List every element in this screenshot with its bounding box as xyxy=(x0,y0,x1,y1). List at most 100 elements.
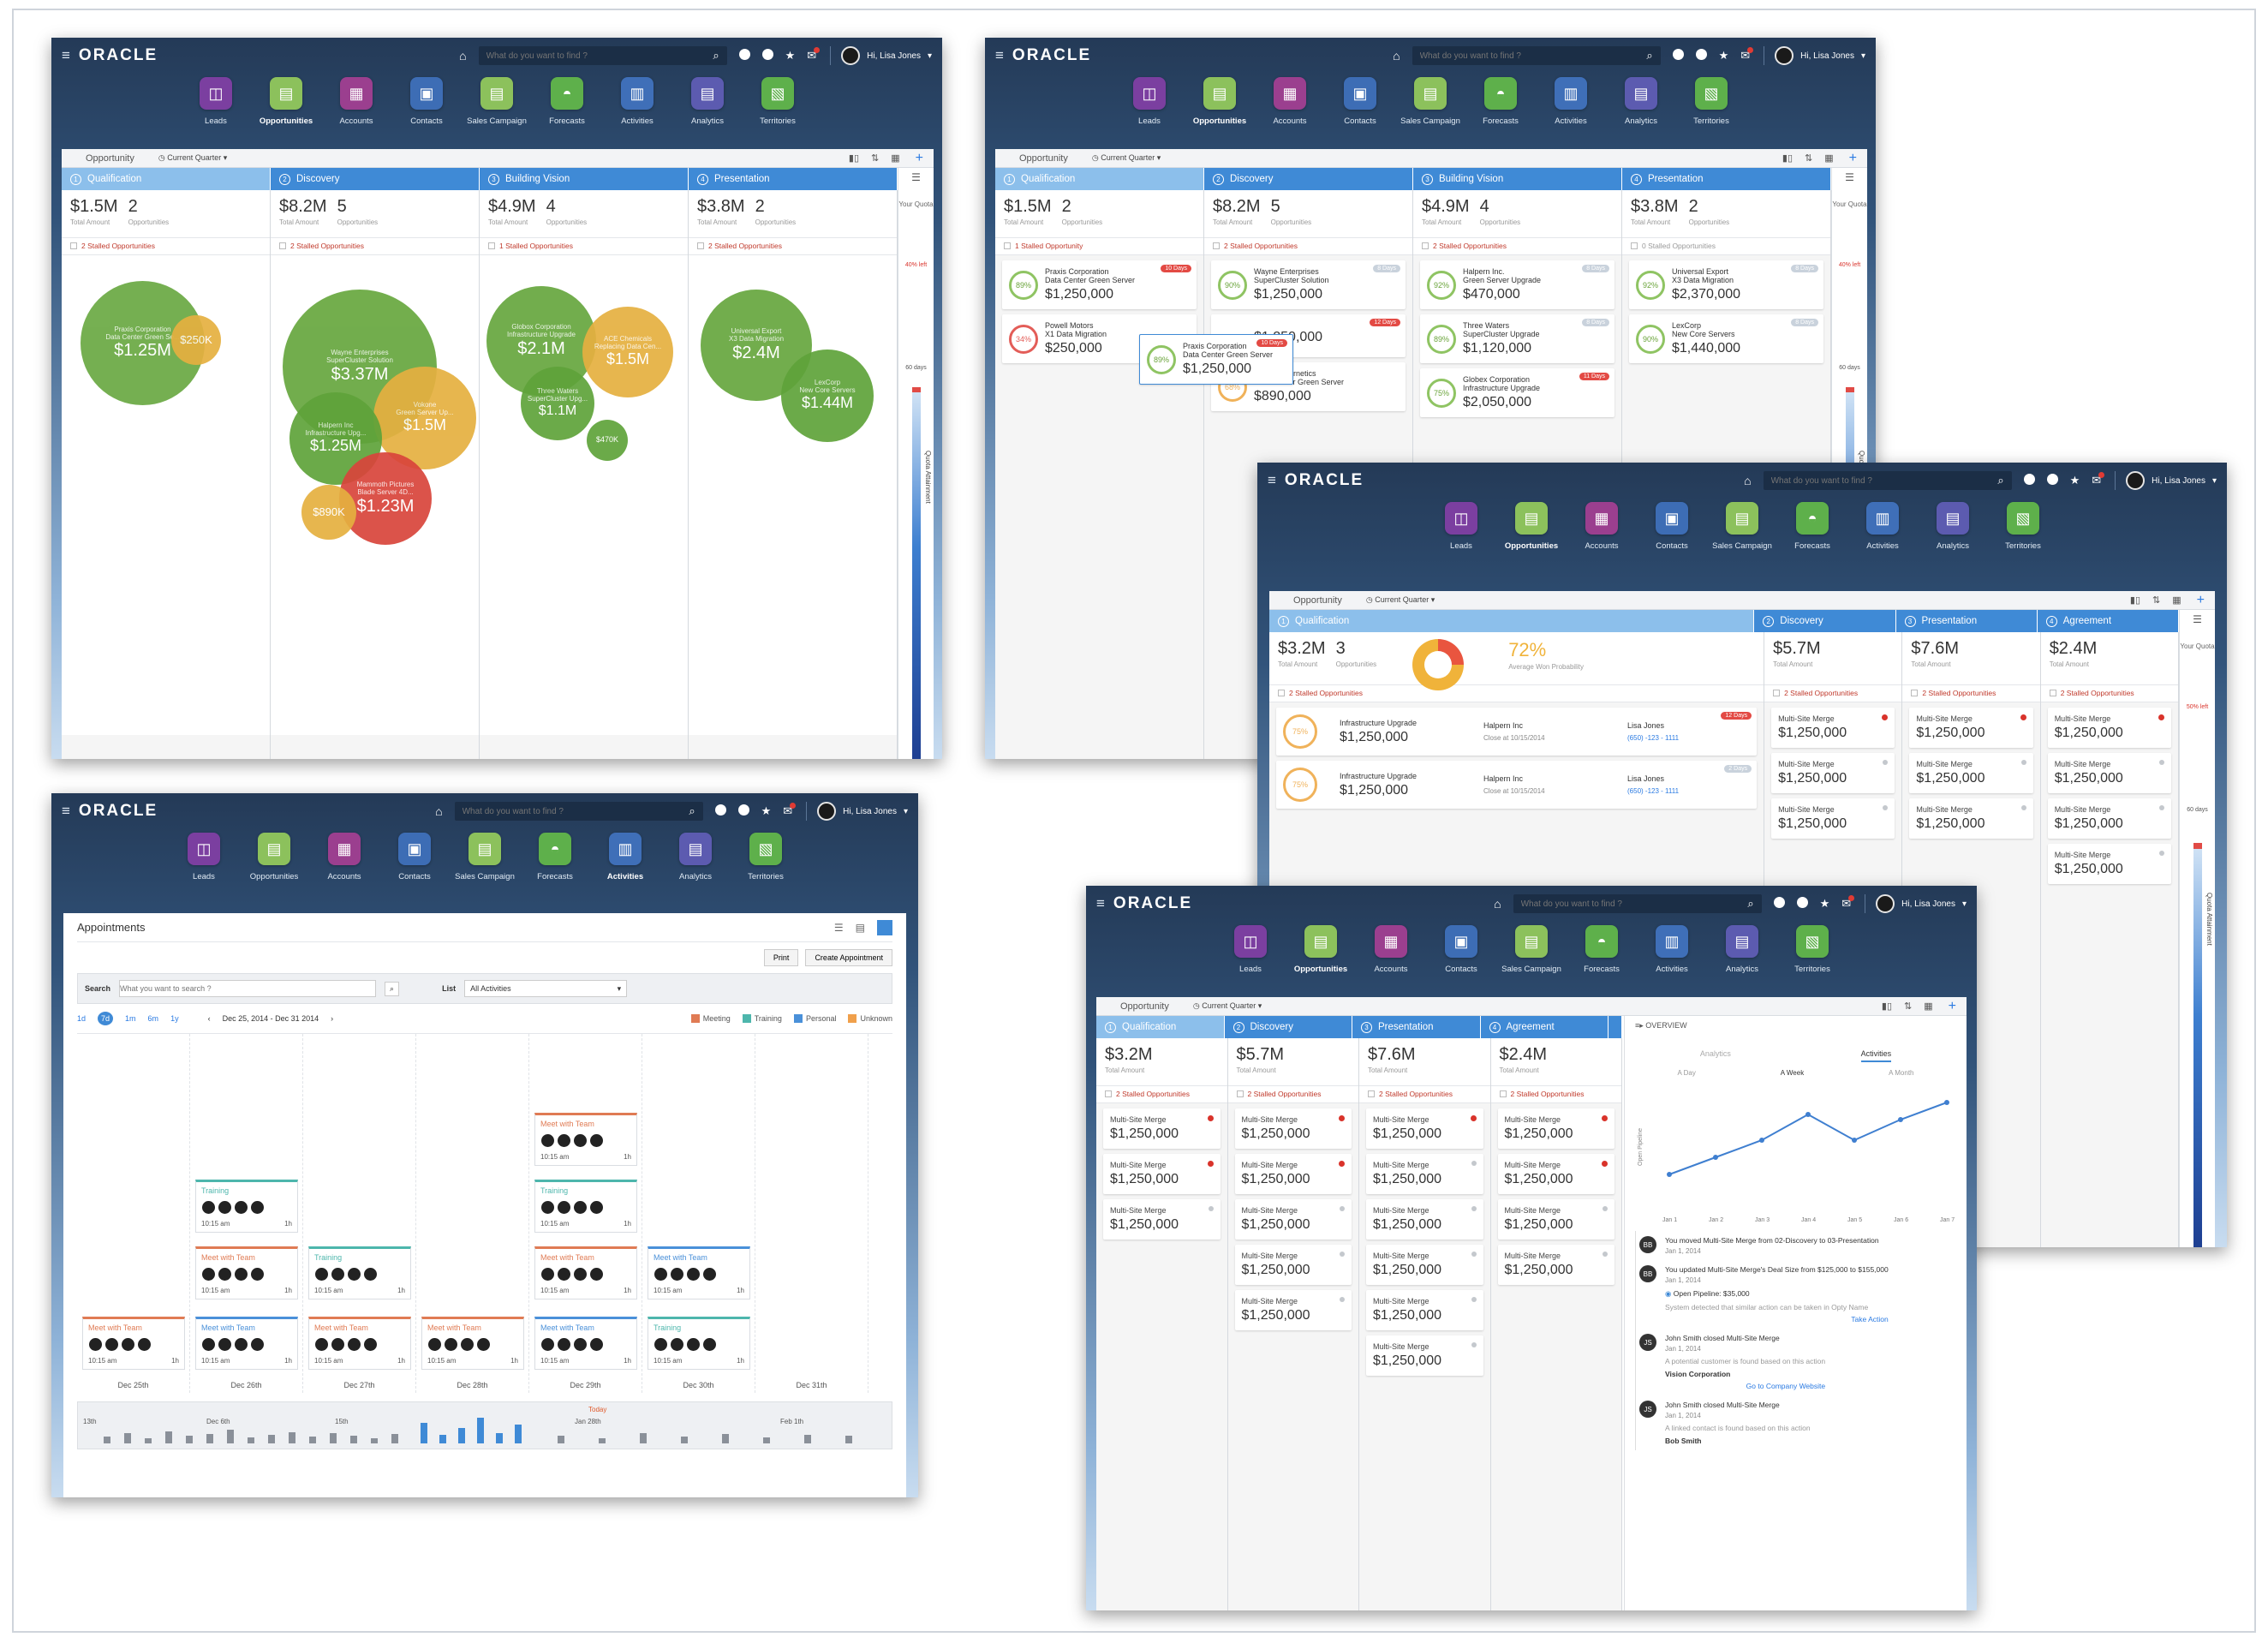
opportunity-row[interactable]: 75% Infrastructure Upgrade $1,250,000 Halpe… xyxy=(1276,708,1758,756)
search-icon[interactable]: ⌕ xyxy=(1747,897,1753,911)
chart-view-icon[interactable]: ▮▯ xyxy=(2130,594,2140,606)
opportunity-card[interactable]: Multi-Site Merge $1,250,000 xyxy=(1234,1199,1352,1240)
nav-item-territories[interactable]: ▧ Territories xyxy=(1988,502,2058,562)
opportunity-card[interactable]: 8 Days 90% LexCorp New Core Servers $1,440,0… xyxy=(1629,314,1823,363)
nav-item-accounts[interactable]: ▦ Accounts xyxy=(1255,77,1325,137)
stalled-link[interactable]: 2 Stalled Opportunities xyxy=(1204,238,1412,255)
period-select[interactable]: ◷ Current Quarter ▾ xyxy=(158,153,227,163)
appointment-card[interactable]: Meet with Team 10:15 am 1h xyxy=(534,1246,637,1299)
opportunity-card[interactable]: Multi-Site Merge $1,250,000 xyxy=(1103,1199,1221,1240)
nav-item-opportunities[interactable]: ▤ Opportunities xyxy=(251,77,321,137)
chevron-down-icon[interactable]: ▾ xyxy=(904,807,908,816)
action-link[interactable]: Go to Company Website xyxy=(1665,1382,1825,1390)
star-icon[interactable]: ★ xyxy=(785,49,796,63)
grid-view-icon[interactable]: ▦ xyxy=(1824,152,1833,164)
tab-discovery[interactable]: 2 Discovery xyxy=(1754,610,1896,632)
print-button[interactable]: Print xyxy=(763,949,799,966)
nav-item-accounts[interactable]: ▦ Accounts xyxy=(1567,502,1637,562)
opportunity-card[interactable]: 8 Days 92% Universal Export X3 Data Migrati… xyxy=(1629,260,1823,309)
nav-item-opportunities[interactable]: ▤ Opportunities xyxy=(1185,77,1255,137)
list-icon[interactable]: ☰ xyxy=(898,171,934,183)
sort-icon[interactable]: ⇅ xyxy=(1805,152,1812,164)
stalled-link[interactable]: 2 Stalled Opportunities xyxy=(1902,685,2040,702)
user-menu[interactable]: Hi, Lisa Jones xyxy=(867,51,921,61)
calendar-icon[interactable]: ▤ xyxy=(856,922,865,934)
opportunity-card[interactable]: Multi-Site Merge $1,250,000 xyxy=(2047,753,2171,793)
opportunity-card[interactable]: Multi-Site Merge $1,250,000 xyxy=(1497,1199,1614,1240)
appointment-card[interactable]: Meet with Team 10:15 am 1h xyxy=(648,1246,750,1299)
add-icon[interactable]: + xyxy=(2197,593,2205,608)
status-dot-icon[interactable] xyxy=(738,49,750,63)
appointment-card[interactable]: Meet with Team 10:15 am 1h xyxy=(421,1317,524,1370)
create-appointment-button[interactable]: Create Appointment xyxy=(805,949,892,966)
nav-item-sales-campaign[interactable]: ▤ Sales Campaign xyxy=(1496,925,1567,985)
nav-item-sales-campaign[interactable]: ▤ Sales Campaign xyxy=(450,833,520,893)
range-1m[interactable]: 1m xyxy=(125,1014,136,1023)
data-point[interactable] xyxy=(1667,1172,1672,1177)
list-view-icon[interactable]: ☰ xyxy=(834,922,844,934)
nav-item-analytics[interactable]: ▤ Analytics xyxy=(660,833,731,893)
tab-presentation[interactable]: 3 Presentation xyxy=(1895,610,2038,632)
stalled-link[interactable]: 1 Stalled Opportunity xyxy=(995,238,1203,255)
nav-item-activities[interactable]: ▥ Activities xyxy=(1847,502,1918,562)
star-icon[interactable]: ★ xyxy=(1820,897,1830,911)
tab-building-vision[interactable]: 3 Building Vision xyxy=(480,168,689,190)
nav-item-sales-campaign[interactable]: ▤ Sales Campaign xyxy=(1707,502,1777,562)
tab-qualification[interactable]: 1 Qualification xyxy=(1096,1016,1225,1038)
opportunity-card[interactable]: Multi-Site Merge $1,250,000 xyxy=(1497,1154,1614,1194)
chart-view-icon[interactable]: ▮▯ xyxy=(1882,1001,1892,1012)
nav-item-contacts[interactable]: ▣ Contacts xyxy=(391,77,462,137)
stalled-link[interactable]: 2 Stalled Opportunities xyxy=(689,238,897,255)
opportunity-card[interactable]: Multi-Site Merge $1,250,000 xyxy=(1366,1199,1483,1240)
opportunity-bubble[interactable]: $250K xyxy=(171,315,221,365)
user-menu[interactable]: Hi, Lisa Jones xyxy=(1800,51,1854,61)
nav-item-activities[interactable]: ▥ Activities xyxy=(1536,77,1606,137)
nav-item-accounts[interactable]: ▦ Accounts xyxy=(321,77,391,137)
nav-item-accounts[interactable]: ▦ Accounts xyxy=(309,833,379,893)
opportunity-card[interactable]: Multi-Site Merge $1,250,000 xyxy=(1234,1290,1352,1330)
appointment-card[interactable]: Training 10:15 am 1h xyxy=(534,1180,637,1233)
status-dot-icon[interactable] xyxy=(1672,49,1684,63)
global-search[interactable]: ⌕ xyxy=(1513,894,1762,913)
global-search[interactable]: ⌕ xyxy=(454,802,703,821)
nav-item-analytics[interactable]: ▤ Analytics xyxy=(672,77,743,137)
grid-view-icon[interactable]: ▦ xyxy=(2172,594,2181,606)
appointment-card[interactable]: Training 10:15 am 1h xyxy=(308,1246,411,1299)
opportunity-card[interactable]: 11 Days 75% Globex Corporation Infrastructu… xyxy=(1420,368,1614,417)
nav-item-territories[interactable]: ▧ Territories xyxy=(1676,77,1746,137)
status-dot-icon[interactable] xyxy=(1796,897,1808,911)
row-owner[interactable]: Lisa Jones xyxy=(1627,721,1747,730)
star-icon[interactable]: ★ xyxy=(2070,474,2080,487)
stage-more[interactable] xyxy=(1608,1016,1622,1038)
user-menu[interactable]: Hi, Lisa Jones xyxy=(2152,476,2205,486)
nav-item-accounts[interactable]: ▦ Accounts xyxy=(1356,925,1426,985)
appointment-card[interactable]: Meet with Team 10:15 am 1h xyxy=(195,1317,298,1370)
nav-item-activities[interactable]: ▥ Activities xyxy=(602,77,672,137)
tab-discovery[interactable]: 2 Discovery xyxy=(1204,168,1413,190)
stalled-link[interactable]: 2 Stalled Opportunities xyxy=(1096,1086,1227,1103)
range-7d[interactable]: 7d xyxy=(98,1012,114,1025)
opportunity-bubble[interactable]: Three Waters SuperCluster Upg... $1.1M xyxy=(521,367,594,440)
search-input[interactable] xyxy=(486,51,713,61)
user-menu[interactable]: Hi, Lisa Jones xyxy=(843,807,897,816)
hamburger-menu-icon[interactable]: ≡ xyxy=(62,47,70,64)
add-icon[interactable]: + xyxy=(1949,999,1956,1014)
opportunity-bubble[interactable]: $890K xyxy=(301,485,356,540)
nav-item-leads[interactable]: ◫ Leads xyxy=(1114,77,1185,137)
tab-activities[interactable]: Activities xyxy=(1860,1049,1892,1062)
notification-icon[interactable]: ✉ xyxy=(1740,47,1754,63)
dragged-card[interactable]: 10 Days 89% Praxis Corporation Data Center … xyxy=(1139,334,1293,385)
opportunity-row[interactable]: 75% Infrastructure Upgrade $1,250,000 Halpe… xyxy=(1276,761,1758,809)
period-select[interactable]: ◷ Current Quarter ▾ xyxy=(1366,595,1435,605)
tab-presentation[interactable]: 4 Presentation xyxy=(1622,168,1831,190)
nav-item-opportunities[interactable]: ▤ Opportunities xyxy=(1286,925,1356,985)
nav-item-sales-campaign[interactable]: ▤ Sales Campaign xyxy=(462,77,532,137)
timeline-view-icon[interactable] xyxy=(877,919,892,935)
notification-icon[interactable]: ✉ xyxy=(1841,895,1855,911)
nav-item-leads[interactable]: ◫ Leads xyxy=(181,77,251,137)
period-week[interactable]: A Week xyxy=(1781,1069,1804,1077)
stalled-link[interactable]: 2 Stalled Opportunities xyxy=(1269,685,1764,702)
nav-item-forecasts[interactable]: ◓ Forecasts xyxy=(520,833,590,893)
tab-presentation[interactable]: 4 Presentation xyxy=(689,168,898,190)
period-select[interactable]: ◷ Current Quarter ▾ xyxy=(1193,1001,1262,1011)
